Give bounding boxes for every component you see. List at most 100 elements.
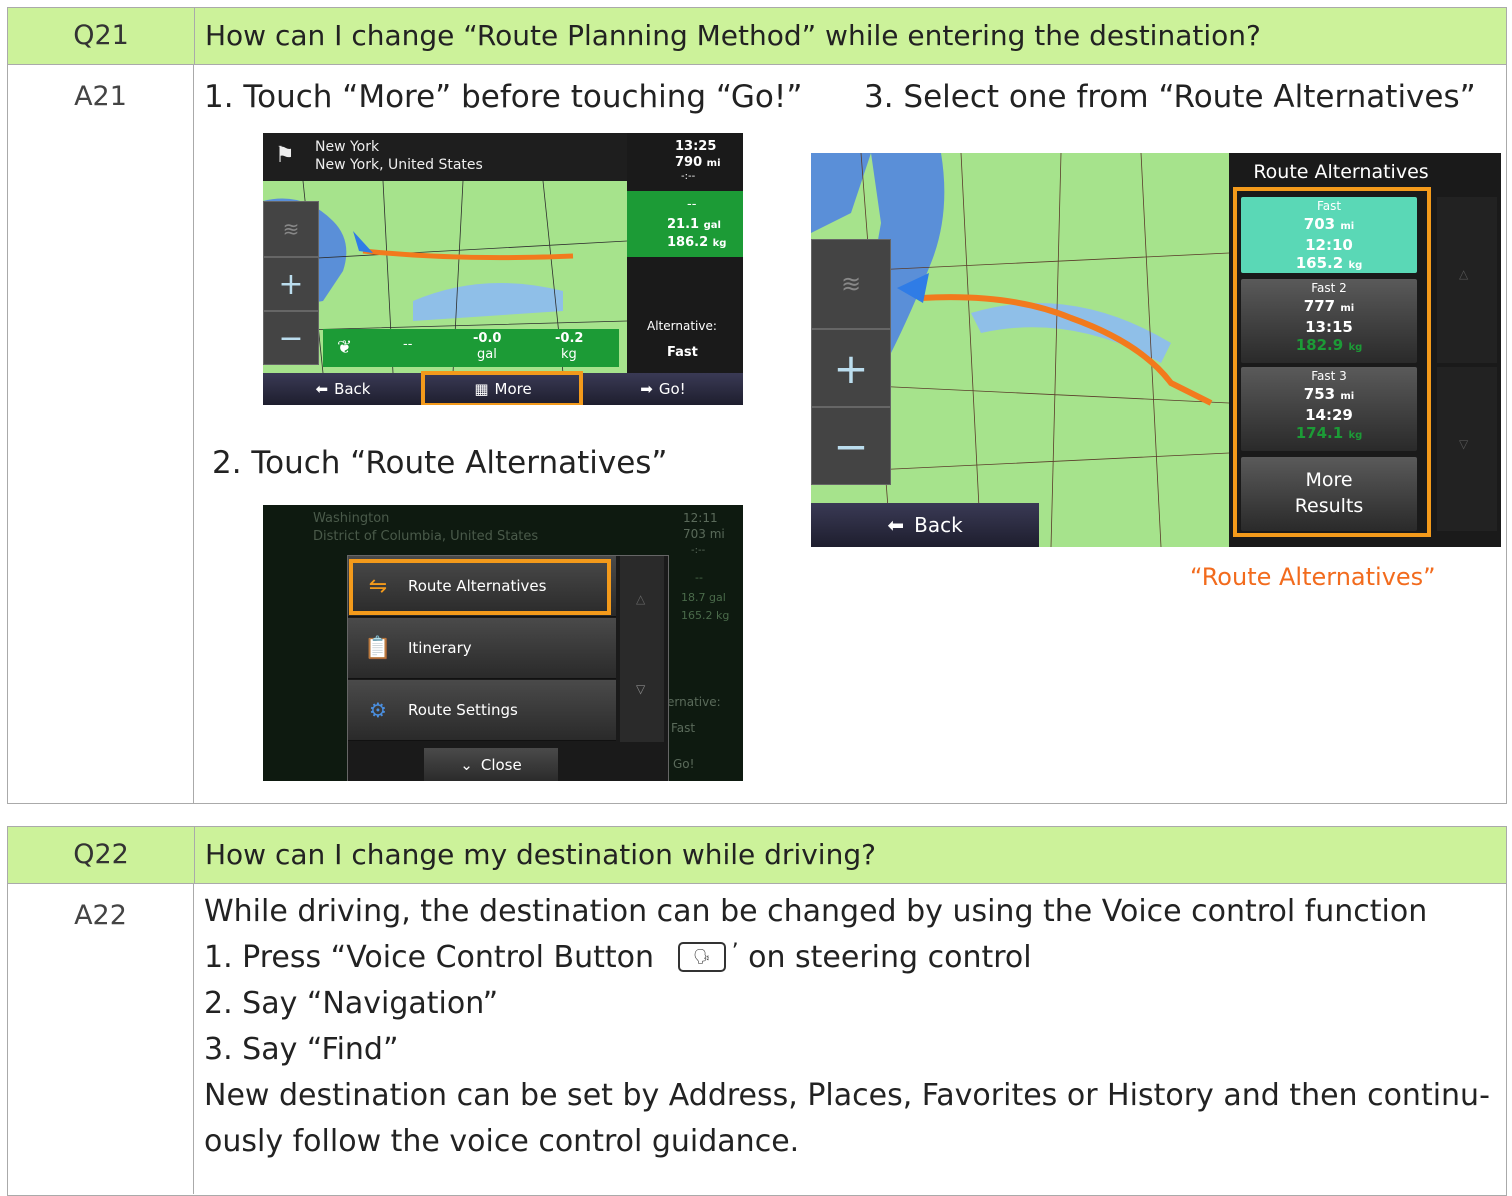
destination-full: New York, United States xyxy=(315,157,483,173)
step-1-text: 1. Touch “More” before touching “Go!” xyxy=(204,79,803,115)
co2-amount: 186.2 xyxy=(667,235,709,250)
trip-distance-value: 790 xyxy=(675,155,703,170)
a22-step-1-text-a: 1. Press “Voice Control Button xyxy=(204,940,655,975)
route-icon: ≋ xyxy=(840,270,862,298)
q22-table: Q22 How can I change my destination whil… xyxy=(7,826,1507,1196)
alternatives-scroll-up[interactable]: △ xyxy=(1437,197,1497,363)
menu-label-route-settings: Route Settings xyxy=(408,701,518,719)
fuel-unit: gal xyxy=(703,220,721,231)
voice-control-button-icon: 🗣 xyxy=(677,941,726,972)
flag-icon: ⚑ xyxy=(275,143,295,168)
a22-step-1-text-b: on steering control xyxy=(748,940,1032,975)
alt-back-label: Back xyxy=(914,513,963,537)
back-label: Back xyxy=(334,380,371,398)
eco-co2: -0.2 xyxy=(555,331,584,346)
zoom-in-button[interactable]: + xyxy=(263,257,319,311)
trip-time: 13:25 xyxy=(675,139,717,154)
menu-item-itinerary[interactable]: 📋 Itinerary xyxy=(348,618,616,679)
alternative-value[interactable]: Fast xyxy=(667,345,698,360)
go-label: Go! xyxy=(658,380,686,398)
alternatives-scroll-down[interactable]: ▽ xyxy=(1437,367,1497,531)
alternatives-highlight xyxy=(1233,187,1431,537)
bg-destination-full: District of Columbia, United States xyxy=(313,529,539,544)
arrow-left-icon: ⬅ xyxy=(887,513,905,537)
alternative-label: Alternative: xyxy=(647,319,717,333)
scroll-up-icon: △ xyxy=(636,592,646,606)
alt-zoom-out-button[interactable]: − xyxy=(811,407,891,485)
co2-value: 186.2 kg xyxy=(667,235,726,250)
route-alternatives-caption: “Route Alternatives” xyxy=(1190,563,1436,591)
trip-distance-unit: mi xyxy=(706,158,721,169)
a22-step-3: 3. Say “Find” xyxy=(204,1032,399,1067)
step-3-text: 3. Select one from “Route Alternatives” xyxy=(864,79,1476,115)
a22-outro-line1: New destination can be set by Address, P… xyxy=(204,1078,1490,1113)
bg-go: Go! xyxy=(673,757,695,771)
bg-co2: 165.2 kg xyxy=(681,609,730,622)
plus-icon: + xyxy=(833,343,869,393)
q22-header: Q22 How can I change my destination whil… xyxy=(8,827,1506,884)
question-number: Q21 xyxy=(8,8,195,64)
a22-intro: While driving, the destination can be ch… xyxy=(204,894,1428,929)
bg-alt-value: Fast xyxy=(671,721,696,735)
minus-icon: − xyxy=(278,320,304,356)
bg-destination-city: Washington xyxy=(313,511,390,526)
bg-distance: 703 mi xyxy=(683,527,725,541)
close-button[interactable]: ⌄ Close xyxy=(424,748,558,781)
a22-step-1: 1. Press “Voice Control Button 🗣’ on ste… xyxy=(204,940,1032,976)
route-alternatives-highlight xyxy=(349,559,611,615)
q22-answer: While driving, the destination can be ch… xyxy=(194,884,1506,1194)
bg-dash: -- xyxy=(695,571,703,584)
go-button[interactable]: ➡ Go! xyxy=(583,373,743,405)
scroll-down-icon: ▽ xyxy=(636,682,646,696)
co2-unit: kg xyxy=(712,238,727,249)
fuel-value: 21.1 gal xyxy=(667,217,721,232)
fuel-co2-box: -- 21.1 gal 186.2 kg xyxy=(627,191,743,257)
closing-quote: ’ xyxy=(731,940,739,965)
trip-info-panel: 13:25 790 mi -:-- -- 21.1 gal 186.2 kg A… xyxy=(627,133,743,373)
screenshot-route-summary: ⚑ New York New York, United States ≋ + − xyxy=(263,133,743,405)
fuel-amount: 21.1 xyxy=(667,217,700,232)
more-highlight xyxy=(421,371,583,405)
bg-alt-label: ernative: xyxy=(667,695,721,709)
answer-number: A22 xyxy=(8,884,194,1194)
alt-zoom-in-button[interactable]: + xyxy=(811,329,891,407)
screenshot-route-alternatives: ≋ + − ⬅ Back Route Alternatives Fast 703 … xyxy=(811,153,1501,547)
eco-dash: -- xyxy=(403,337,413,352)
q21-answer-row: A21 1. Touch “More” before touching “Go!… xyxy=(8,65,1506,804)
route-overview-button[interactable]: ≋ xyxy=(263,201,319,257)
leaf-icon: ❦ xyxy=(337,337,353,358)
destination-header: ⚑ New York New York, United States xyxy=(263,133,627,181)
arrow-left-icon: ⬅ xyxy=(315,380,329,398)
route-icon: ≋ xyxy=(282,217,300,241)
a22-outro-line2: ously follow the voice control guidance. xyxy=(204,1124,800,1159)
route-settings-icon: ⚙ xyxy=(369,698,387,722)
eco-fuel-unit: gal xyxy=(477,347,497,362)
question-text: How can I change my destination while dr… xyxy=(205,838,876,871)
fuel-dash: -- xyxy=(687,197,697,212)
bg-fuel: 18.7 gal xyxy=(681,591,726,604)
back-button[interactable]: ⬅ Back xyxy=(263,373,423,405)
trip-eta: -:-- xyxy=(681,171,696,182)
step-2-text: 2. Touch “Route Alternatives” xyxy=(212,445,668,481)
zoom-out-button[interactable]: − xyxy=(263,311,319,365)
q21-header: Q21 How can I change “Route Planning Met… xyxy=(8,8,1506,65)
alternatives-title: Route Alternatives xyxy=(1253,161,1429,183)
screenshot-more-menu: Washington District of Columbia, United … xyxy=(263,505,743,781)
q21-answer: 1. Touch “More” before touching “Go!” 3.… xyxy=(194,65,1506,804)
alt-route-overview-button[interactable]: ≋ xyxy=(811,239,891,329)
menu-label-itinerary: Itinerary xyxy=(408,639,472,657)
bg-eta: -:-- xyxy=(691,545,706,556)
alt-back-button[interactable]: ⬅ Back xyxy=(811,503,1039,547)
bg-time: 12:11 xyxy=(683,511,718,525)
question-number: Q22 xyxy=(8,827,195,883)
scroll-up-icon: △ xyxy=(1459,267,1469,281)
a22-step-2: 2. Say “Navigation” xyxy=(204,986,499,1021)
eco-fuel: -0.0 xyxy=(473,331,502,346)
menu-item-route-settings[interactable]: ⚙ Route Settings xyxy=(348,680,616,741)
destination-city: New York xyxy=(315,139,380,155)
alternatives-panel: Route Alternatives Fast 703 mi 12:10 165… xyxy=(1229,153,1501,547)
itinerary-icon: 📋 xyxy=(364,635,392,661)
menu-scrollbar[interactable]: △ ▽ xyxy=(620,556,664,742)
question-text: How can I change “Route Planning Method”… xyxy=(205,19,1261,52)
answer-number: A21 xyxy=(8,65,194,804)
